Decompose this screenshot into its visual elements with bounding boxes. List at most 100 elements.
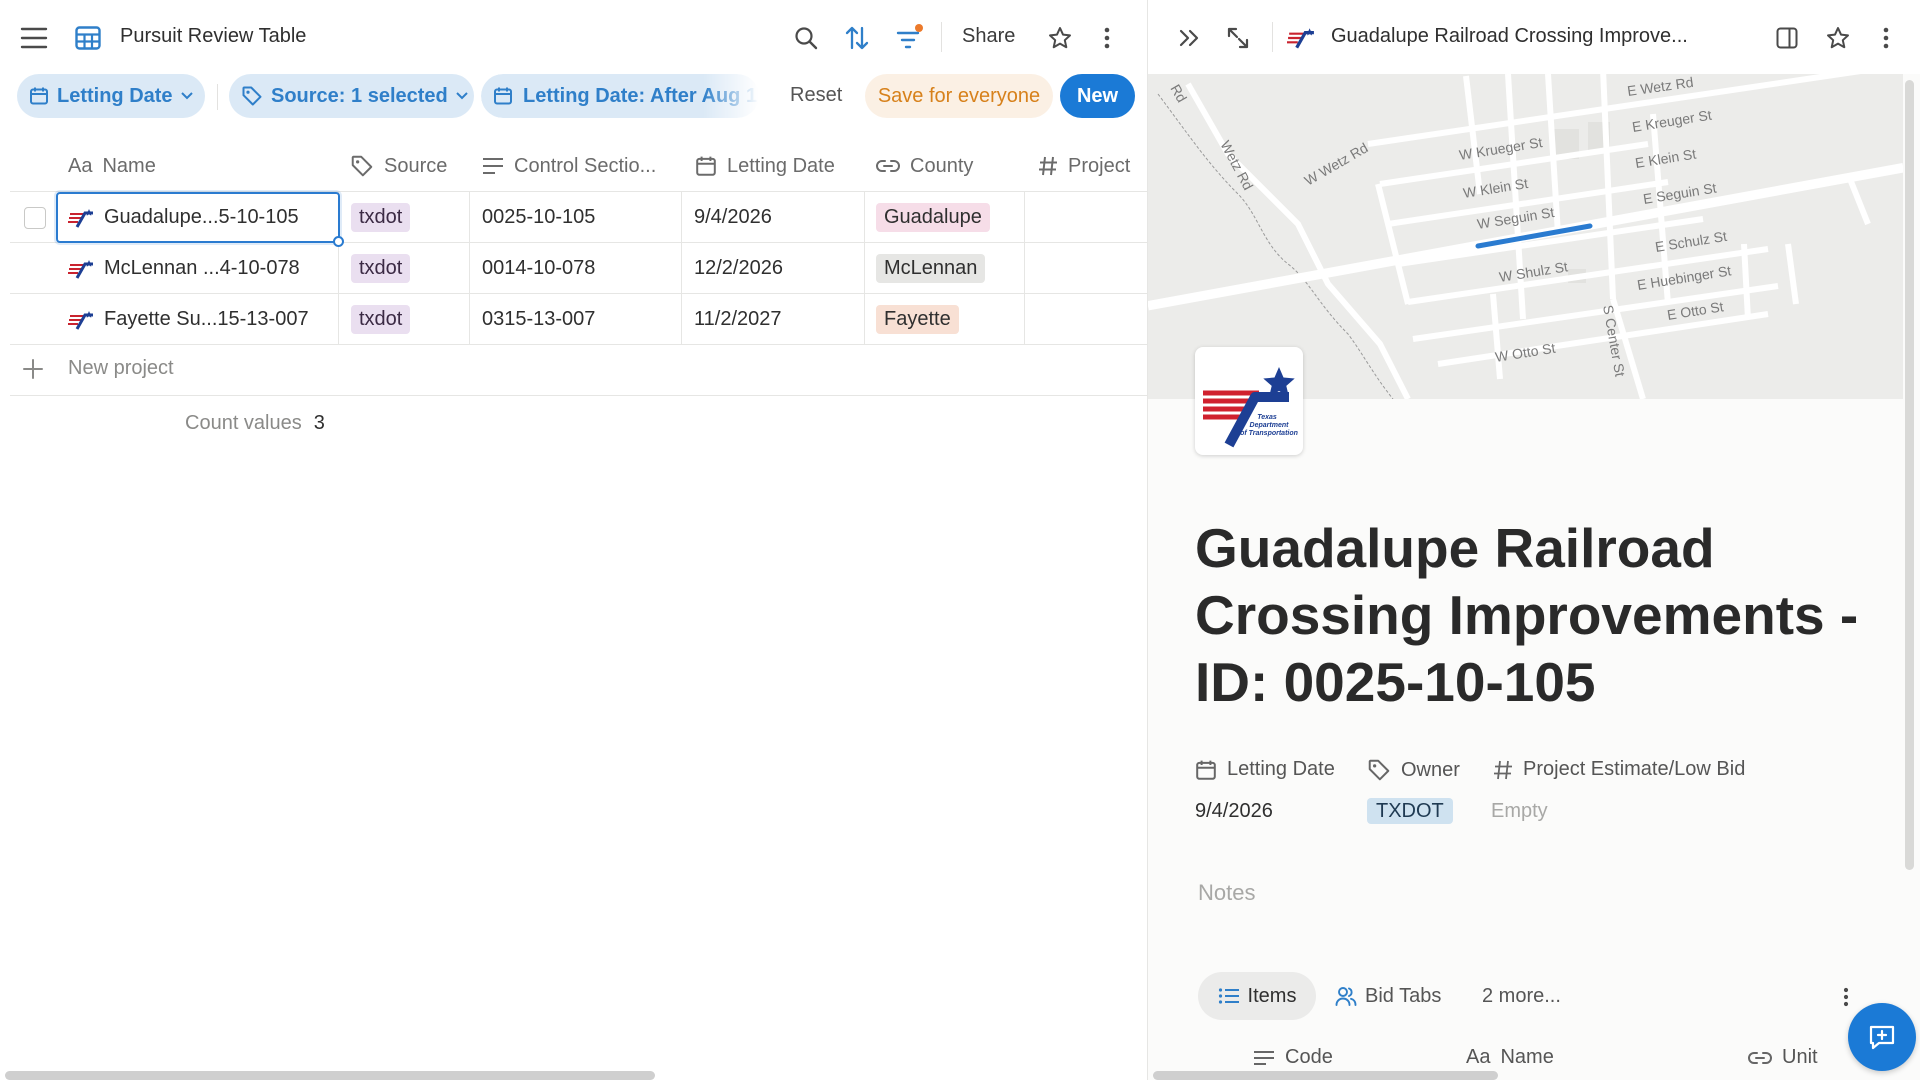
star-icon[interactable] [1044,22,1076,54]
new-button[interactable]: New [1060,74,1135,118]
calendar-icon [30,87,48,105]
row-name-cell[interactable]: McLennan ...4-10-078 [68,243,300,294]
table-row[interactable]: Fayette Su...15-13-007 txdot 0315-13-007… [10,294,1147,345]
fill-handle[interactable] [333,236,344,247]
row-control-cell[interactable]: 0025-10-105 [482,192,595,243]
row-source-cell[interactable]: txdot [351,243,411,294]
double-chevron-icon[interactable] [1173,22,1205,54]
property-owner[interactable]: Owner [1367,758,1460,782]
chat-button[interactable] [1848,1003,1916,1071]
row-name-cell[interactable]: Fayette Su...15-13-007 [68,294,309,345]
sort-pill-label: Letting Date [57,84,173,107]
estimate-value[interactable]: Empty [1491,800,1548,823]
tab-bid-tabs[interactable]: Bid Tabs [1335,972,1441,1020]
table-icon [72,22,104,54]
row-date-cell[interactable]: 11/2/2027 [694,294,782,345]
people-icon [1335,987,1357,1006]
source-filter-label: Source: 1 selected [271,84,448,107]
text-lines-icon [1254,1050,1274,1065]
page-title[interactable]: Guadalupe Railroad Crossing Improvements… [1195,515,1895,716]
tab-more[interactable]: 2 more... [1482,972,1561,1020]
more-icon[interactable] [1874,22,1898,54]
date-filter-pill[interactable]: Letting Date: After Aug 1 [481,74,759,118]
row-date-cell[interactable]: 12/2/2026 [694,243,783,294]
table-row[interactable]: McLennan ...4-10-078 txdot 0014-10-078 1… [10,243,1147,294]
row-county-cell[interactable]: McLennan [876,243,986,294]
logo-text: Texas [1257,414,1277,421]
letting-date-value[interactable]: 9/4/2026 [1195,800,1273,823]
divider [1272,22,1273,52]
property-letting-date[interactable]: Letting Date [1195,758,1335,781]
row-checkbox[interactable] [24,207,46,229]
plus-icon [23,358,43,379]
link-icon [1748,1051,1772,1064]
row-county-cell[interactable]: Guadalupe [876,192,990,243]
logo-text: Department [1250,422,1290,429]
horizontal-scrollbar[interactable] [1153,1071,1498,1080]
tag-icon [1368,759,1390,781]
divider [217,84,218,110]
selected-cell-outline [56,192,340,243]
chat-icon [1869,1025,1895,1050]
filter-icon[interactable] [892,20,928,54]
search-icon[interactable] [790,22,822,54]
chevron-down-icon [456,92,468,100]
column-header-county[interactable]: County [876,150,973,182]
row-control-cell[interactable]: 0315-13-007 [482,294,595,345]
row-control-cell[interactable]: 0014-10-078 [482,243,595,294]
txdot-logo-icon [68,310,93,330]
peek-title[interactable]: Guadalupe Railroad Crossing Improve... [1331,25,1688,48]
chevron-down-icon [180,92,193,100]
hash-icon [1039,156,1057,176]
txdot-logo-icon [1285,22,1317,54]
row-county-cell[interactable]: Fayette [876,294,959,345]
more-icon[interactable] [1095,22,1119,54]
share-button[interactable]: Share [962,25,1015,48]
tag-icon [242,86,262,106]
column-header-source[interactable]: Source [350,150,447,182]
column-header-control-section[interactable]: Control Sectio... [482,150,656,182]
tag-icon [351,155,373,177]
source-filter-pill[interactable]: Source: 1 selected [229,74,474,118]
expand-icon[interactable] [1222,22,1254,54]
hash-icon [1494,760,1512,779]
save-for-everyone-button[interactable]: Save for everyone [865,74,1053,118]
peek-header: Guadalupe Railroad Crossing Improve... [1148,0,1920,74]
row-source-cell[interactable]: txdot [351,192,411,243]
owner-value[interactable]: TXDOT [1367,798,1453,824]
subtable-column-unit[interactable]: Unit [1748,1046,1818,1069]
vertical-scrollbar[interactable] [1905,80,1914,870]
record-peek-pane: Guadalupe Railroad Crossing Improve... E… [1147,0,1920,1080]
column-header-name[interactable]: Aa Name [68,150,156,182]
subtable-column-code[interactable]: Code [1253,1046,1333,1069]
more-icon[interactable] [1836,984,1856,1010]
calendar-icon [696,156,716,176]
list-icon [1218,988,1239,1004]
reset-button[interactable]: Reset [790,84,842,107]
sidebar-icon[interactable] [1771,22,1803,54]
count-value: 3 [313,412,325,434]
table-header: Pursuit Review Table Share [0,0,1147,74]
column-header-letting-date[interactable]: Letting Date [695,150,835,182]
notes-field[interactable]: Notes [1198,880,1255,906]
row-source-cell[interactable]: txdot [351,294,411,345]
sort-icon[interactable] [841,22,873,54]
count-values-summary[interactable]: Count values 3 [185,412,325,435]
sort-pill[interactable]: Letting Date [17,74,205,118]
tab-items[interactable]: Items [1198,972,1316,1020]
horizontal-scrollbar[interactable] [5,1071,655,1080]
star-icon[interactable] [1822,22,1854,54]
new-project-row[interactable]: New project [22,357,174,380]
date-filter-label: Letting Date: After Aug 1 [523,84,758,107]
subtable-column-name[interactable]: Aa Name [1466,1046,1554,1069]
row-date-cell[interactable]: 9/4/2026 [694,192,772,243]
link-icon [876,160,900,172]
text-type-icon: Aa [1466,1046,1491,1068]
column-header-project[interactable]: Project [1038,150,1130,182]
txdot-logo[interactable]: Texas Department of Transportation [1195,347,1303,455]
database-title[interactable]: Pursuit Review Table [120,25,306,48]
menu-icon[interactable] [18,22,50,54]
property-estimate[interactable]: Project Estimate/Low Bid [1493,758,1745,781]
txdot-logo-icon [68,259,93,279]
calendar-icon [494,87,512,105]
